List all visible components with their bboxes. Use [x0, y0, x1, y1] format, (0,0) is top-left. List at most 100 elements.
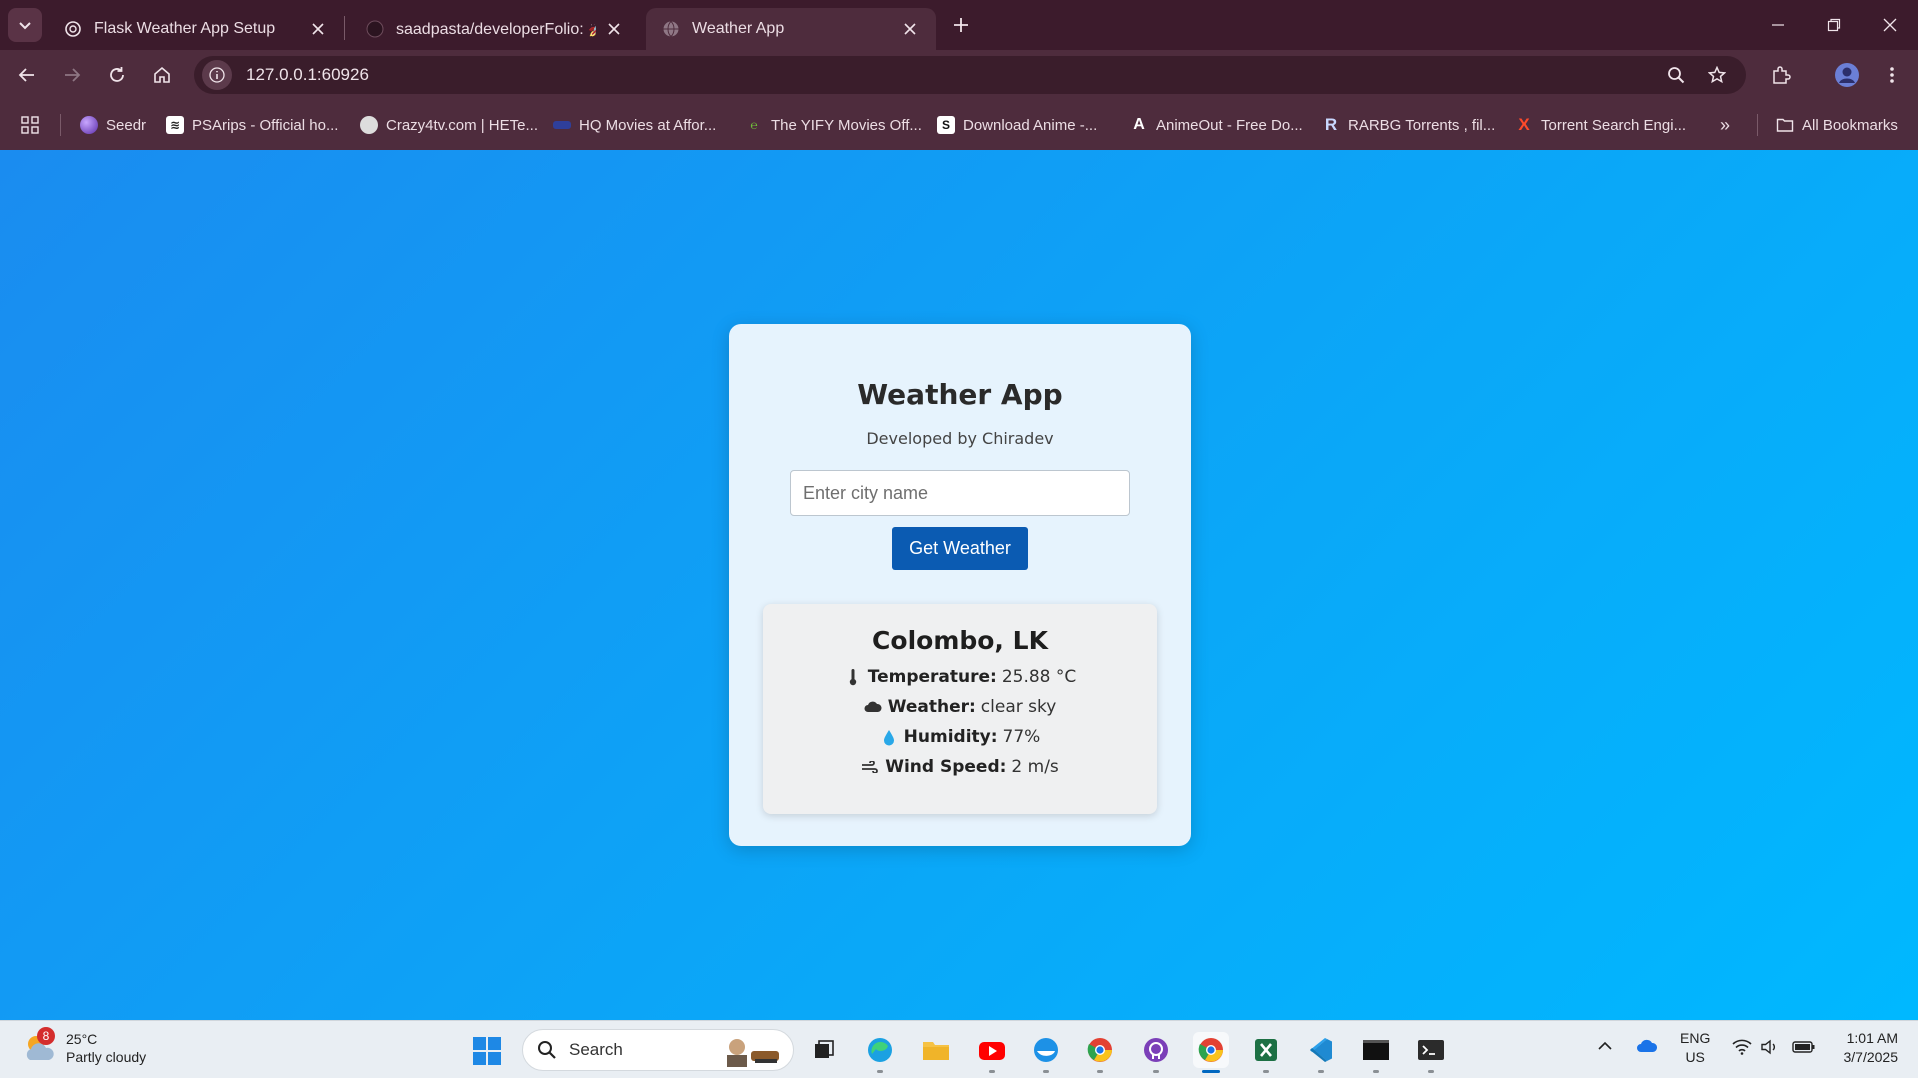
menu-kebab-icon[interactable]: [1874, 57, 1910, 93]
tab-search-button[interactable]: [8, 8, 42, 42]
restore-button[interactable]: [1806, 0, 1862, 50]
tab-title: saadpasta/developerFolio: 🚀 S: [396, 21, 596, 38]
chrome-profile-icon[interactable]: [1082, 1032, 1118, 1073]
close-window-button[interactable]: [1862, 0, 1918, 50]
extensions-icon[interactable]: [1763, 57, 1799, 93]
browser-toolbar: 127.0.0.1:60926: [0, 50, 1918, 100]
minimize-button[interactable]: [1750, 0, 1806, 50]
onedrive-icon[interactable]: [1636, 1038, 1658, 1059]
close-tab-icon[interactable]: [900, 19, 920, 39]
task-view-icon[interactable]: [806, 1032, 842, 1068]
docker-icon[interactable]: [1028, 1032, 1064, 1073]
torrent-x-icon: X: [1518, 115, 1530, 134]
bookmark-hqmovies[interactable]: HQ Movies at Affor...: [553, 113, 716, 137]
taskbar: 8 25°C Partly cloudy Search ENG US 1:01 …: [0, 1020, 1918, 1078]
tab-weather-app[interactable]: Weather App: [646, 8, 936, 50]
thermometer-icon: [844, 668, 862, 686]
clock[interactable]: 1:01 AM 3/7/2025: [1832, 1029, 1899, 1067]
youtube-icon[interactable]: [974, 1032, 1010, 1073]
bookmark-animeout[interactable]: A AnimeOut - Free Do...: [1130, 113, 1303, 137]
bookmark-seedr[interactable]: Seedr: [80, 113, 146, 137]
notification-badge: 8: [37, 1027, 55, 1045]
humidity-row: Humidity: 77%: [763, 727, 1157, 747]
get-weather-button[interactable]: Get Weather: [892, 527, 1028, 570]
vscode-icon[interactable]: [1303, 1032, 1339, 1073]
more-bookmarks-chevron-icon[interactable]: »: [1720, 113, 1730, 137]
bookmark-rarbg[interactable]: R RARBG Torrents , fil...: [1322, 113, 1495, 137]
tab-strip: Flask Weather App Setup saadpasta/develo…: [0, 0, 1918, 50]
wifi-icon[interactable]: [1732, 1039, 1752, 1060]
droplet-icon: [880, 728, 898, 746]
temperature-row: Temperature: 25.88 °C: [763, 667, 1157, 687]
rarbg-icon: R: [1324, 115, 1338, 134]
crazy4tv-icon: [360, 116, 378, 134]
windows-start-icon[interactable]: [472, 1036, 502, 1066]
address-bar[interactable]: 127.0.0.1:60926: [194, 56, 1746, 94]
close-tab-icon[interactable]: [308, 19, 328, 39]
bookmark-yify[interactable]: ℮ The YIFY Movies Off...: [745, 113, 922, 137]
weather-widget[interactable]: 8 25°C Partly cloudy: [22, 1027, 147, 1066]
psa-icon: ≋: [166, 116, 184, 134]
city-input[interactable]: [790, 470, 1130, 516]
language-indicator[interactable]: ENG US: [1680, 1029, 1710, 1067]
home-button[interactable]: [144, 57, 180, 93]
result-location: Colombo, LK: [872, 626, 1048, 655]
zoom-icon[interactable]: [1658, 57, 1694, 93]
weather-temp: 25°C: [66, 1031, 98, 1047]
yify-icon: ℮: [750, 118, 758, 132]
new-tab-button[interactable]: [944, 10, 978, 40]
wind-icon: [861, 758, 879, 776]
back-button[interactable]: [9, 57, 45, 93]
anime-s-icon: S: [937, 116, 955, 134]
url-text: 127.0.0.1:60926: [246, 65, 369, 84]
bookmark-psarips[interactable]: ≋ PSArips - Official ho...: [166, 113, 338, 137]
page-viewport: Weather App Developed by Chiradev Get We…: [0, 150, 1918, 1020]
tab-developer-folio[interactable]: saadpasta/developerFolio: 🚀 S: [350, 8, 640, 50]
app-title: Weather App: [857, 378, 1063, 411]
folder-icon: [1776, 118, 1794, 132]
search-icon: [538, 1041, 556, 1059]
arrow-right-icon: [65, 68, 81, 82]
chrome-active-icon[interactable]: [1193, 1032, 1229, 1073]
reload-icon: [110, 67, 124, 82]
battery-icon[interactable]: [1792, 1039, 1816, 1060]
app-subtitle: Developed by Chiradev: [866, 429, 1054, 448]
reload-button[interactable]: [99, 57, 135, 93]
tab-flask-weather[interactable]: Flask Weather App Setup: [48, 8, 344, 50]
openai-icon: [65, 21, 81, 37]
command-prompt-icon[interactable]: [1358, 1032, 1394, 1073]
forward-button[interactable]: [54, 57, 90, 93]
minimize-icon: [1772, 24, 1784, 26]
seedr-icon: [80, 116, 98, 134]
restore-icon: [1827, 18, 1841, 32]
excel-icon[interactable]: [1248, 1032, 1284, 1073]
apps-grid-icon[interactable]: [21, 113, 39, 137]
github-desktop-icon[interactable]: [1138, 1032, 1174, 1073]
weather-result: Colombo, LK Temperature: 25.88 °C Weathe…: [763, 604, 1157, 814]
wind-row: Wind Speed: 2 m/s: [763, 757, 1157, 777]
chevron-down-icon: [19, 22, 31, 30]
all-bookmarks[interactable]: All Bookmarks: [1776, 113, 1898, 137]
file-explorer-icon[interactable]: [918, 1032, 954, 1068]
globe-icon: [663, 21, 679, 38]
edge-browser-icon[interactable]: [862, 1032, 898, 1073]
volume-icon[interactable]: [1760, 1039, 1780, 1060]
site-info-icon[interactable]: [202, 60, 232, 90]
weather-card: Weather App Developed by Chiradev Get We…: [729, 324, 1191, 846]
taskbar-search[interactable]: Search: [522, 1029, 794, 1071]
terminal-icon[interactable]: [1413, 1032, 1449, 1073]
weather-desc: Partly cloudy: [66, 1049, 147, 1065]
bookmark-torrent-search[interactable]: X Torrent Search Engi...: [1515, 113, 1686, 137]
bookmark-download-anime[interactable]: S Download Anime -...: [937, 113, 1097, 137]
show-hidden-icons-chevron-icon[interactable]: [1597, 1038, 1613, 1059]
profile-avatar[interactable]: [1829, 57, 1865, 93]
arrow-left-icon: [18, 68, 34, 82]
search-highlight-icon: [727, 1039, 779, 1067]
close-tab-icon[interactable]: [604, 19, 624, 39]
close-icon: [1883, 18, 1897, 32]
bookmark-star-icon[interactable]: [1699, 57, 1735, 93]
tab-title: Weather App: [692, 20, 785, 37]
bookmark-crazy4tv[interactable]: Crazy4tv.com | HETe...: [360, 113, 538, 137]
plus-icon: [954, 18, 968, 32]
bookmarks-bar: Seedr ≋ PSArips - Official ho... Crazy4t…: [0, 100, 1918, 150]
